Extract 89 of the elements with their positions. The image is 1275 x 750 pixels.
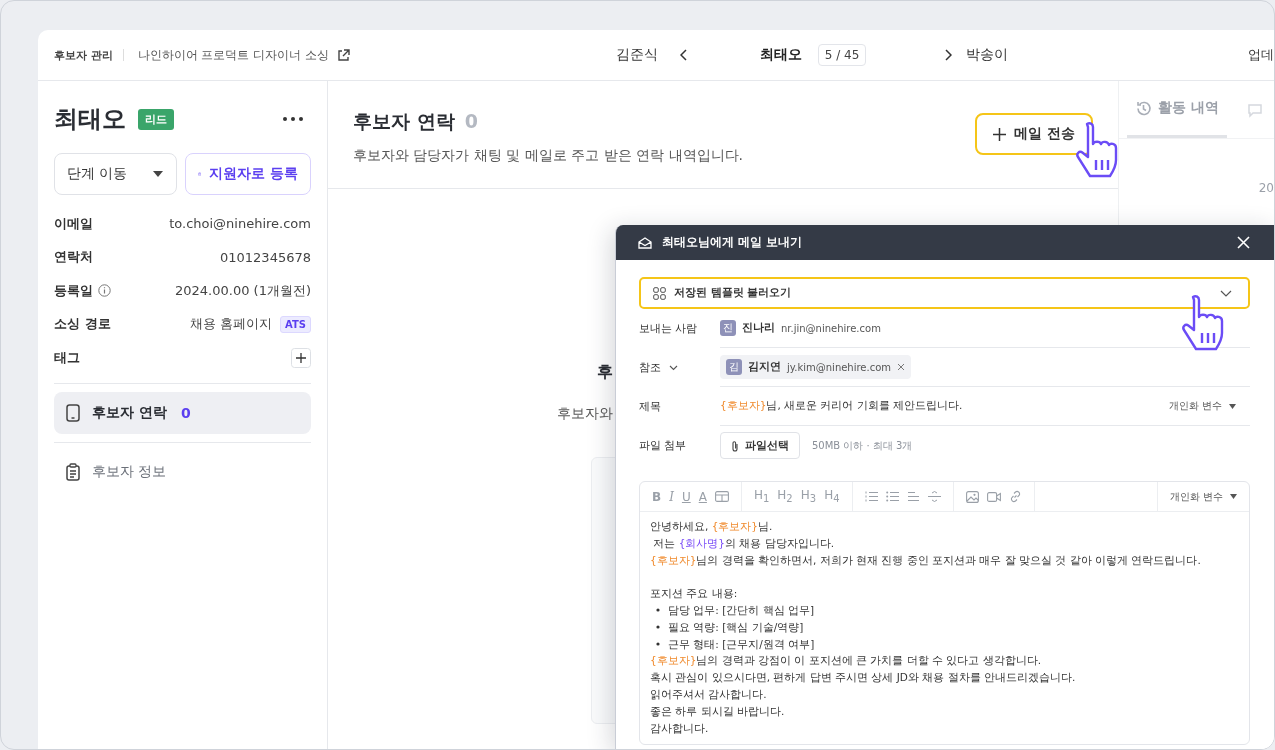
clipboard-icon (66, 462, 80, 481)
external-link-icon[interactable] (336, 48, 350, 62)
field-label: 파일 첨부 (639, 437, 688, 453)
body-line: 필요 역량: [핵심 기술/역량] (668, 619, 804, 635)
align-icon[interactable] (906, 491, 920, 502)
info-label: 소싱 경로 (54, 315, 111, 334)
section-description: 후보자와 담당자가 채팅 및 메일로 주고 받은 연락 내역입니다. (353, 147, 744, 165)
field-label: 참조 (639, 360, 661, 375)
activity-date: 20 (1258, 181, 1274, 195)
grid-icon (653, 286, 666, 300)
source-tag: ATS (280, 315, 311, 333)
current-candidate: 최태오 (759, 46, 802, 64)
stage-select[interactable]: 단계 이동 (54, 153, 177, 195)
body-line: 근무 형태: [근무지/원격 여부] (668, 636, 815, 652)
candidate-name: 최태오 (54, 104, 126, 135)
history-icon (1135, 99, 1153, 117)
file-select-button[interactable]: 파일선택 (720, 432, 800, 459)
template-select[interactable]: 저장된 템플릿 불러오기 (639, 277, 1250, 309)
close-icon[interactable] (1237, 236, 1250, 249)
recipient-chip[interactable]: 김 김지연 jy.kim@ninehire.com (720, 355, 912, 379)
next-candidate[interactable]: 박송이 (966, 46, 1009, 64)
candidate-counter: 5 / 45 (817, 44, 867, 66)
body-line: 포지션 주요 내용: (650, 587, 738, 600)
chevron-down-icon (1220, 289, 1232, 297)
sender-name: 진나리 (742, 321, 775, 335)
info-label: 태그 (54, 348, 80, 367)
section-title: 후보자 연락 (353, 109, 455, 134)
field-label: 보내는 사람 (639, 320, 699, 336)
body-line: {후보자}님의 경력과 강점이 이 포지션에 큰 가치를 더할 수 있다고 생각합니다. (650, 654, 1042, 667)
sender-email: nr.jin@ninehire.com (781, 322, 881, 334)
body-line: 안녕하세요, {후보자}님. (650, 520, 773, 532)
body-line: 혹시 관심이 있으시다면, 편하게 답변 주시면 상세 JD와 채용 절차를 안내드리겠습니다. (650, 671, 1076, 684)
envelope-icon (638, 236, 652, 249)
empty-title: 후 (597, 362, 613, 383)
add-tag-button[interactable] (291, 347, 311, 368)
bullet-icon (656, 641, 660, 646)
status-badge: 리드 (138, 108, 174, 130)
body-line: 좋은 하루 되시길 바랍니다. (650, 704, 785, 717)
sidebar-nav-item[interactable]: 후보자 연락 0 (54, 391, 311, 434)
project-name: 나인하이어 프로덕트 디자이너 소싱 (137, 47, 329, 63)
bullet-icon (656, 625, 660, 630)
bullet-list-icon[interactable] (885, 491, 899, 502)
body-line: 저는 {회사명}의 채용 담당자입니다. (652, 536, 835, 549)
chevron-down-icon[interactable] (669, 364, 678, 371)
bullet-icon (656, 608, 660, 613)
caret-down-icon (153, 171, 163, 177)
divider-icon[interactable] (927, 491, 941, 502)
plus-icon (993, 127, 1007, 141)
info-value: 채용 홈페이지 (189, 315, 272, 334)
info-label: 이메일 (54, 214, 93, 233)
more-icon[interactable] (283, 117, 303, 121)
section-count: 0 (464, 110, 478, 132)
prev-candidate[interactable]: 김준식 (615, 46, 658, 64)
subject-field[interactable]: {후보자}님, 새로운 커리어 기회를 제안드립니다. (720, 399, 963, 413)
table-icon[interactable] (714, 491, 729, 502)
update-button[interactable]: 업데 (1248, 46, 1274, 64)
info-value: 01012345678 (220, 249, 311, 265)
link-icon[interactable] (1008, 490, 1022, 503)
caret-down-icon (1230, 494, 1237, 499)
chevron-left-icon[interactable] (679, 49, 688, 61)
variable-dropdown[interactable]: 개인화 변수 (1168, 399, 1236, 413)
empty-text: 후보자와 (557, 405, 613, 423)
video-icon[interactable] (986, 491, 1001, 502)
info-value: 2024.00.00 (1개월전) (175, 281, 311, 300)
register-button[interactable]: 지원자로 등록 (185, 153, 311, 195)
body-line: 담당 업무: [간단히 핵심 업무] (668, 603, 815, 618)
field-label: 제목 (639, 398, 662, 414)
editor-box[interactable] (639, 481, 1250, 746)
contact-count: 0 (180, 404, 191, 421)
sidebar-nav-item[interactable]: 후보자 정보 (54, 450, 311, 493)
breadcrumb-link[interactable]: 후보자 관리 (54, 47, 113, 63)
body-line: 읽어주셔서 감사합니다. (650, 687, 767, 700)
dialog-title: 최태오님에게 메일 보내기 (662, 235, 802, 250)
image-icon[interactable] (965, 490, 979, 503)
chevron-right-icon[interactable] (944, 49, 953, 61)
attachment-hint: 50MB 이하 · 최대 3개 (812, 438, 913, 453)
body-line: {후보자}님의 경력을 확인하면서, 저희가 현재 진행 중인 포지션과 매우 잘 맞으실 것 같아 이렇게 연락드립니다. (650, 553, 1201, 566)
info-icon[interactable] (98, 284, 111, 298)
avatar-initial: 진 (720, 320, 736, 336)
info-value: to.choi@ninehire.com (169, 216, 311, 232)
info-label: 연락처 (54, 248, 93, 267)
numbered-list-icon[interactable] (864, 491, 878, 502)
caret-down-icon (1229, 403, 1236, 409)
info-label: 등록일 (54, 281, 93, 300)
phone-icon (66, 403, 80, 422)
variable-dropdown[interactable]: 개인화 변수 (1156, 482, 1237, 511)
remove-icon[interactable] (897, 363, 906, 371)
body-line: 감사합니다. (650, 721, 709, 734)
paperclip-icon (731, 439, 739, 452)
